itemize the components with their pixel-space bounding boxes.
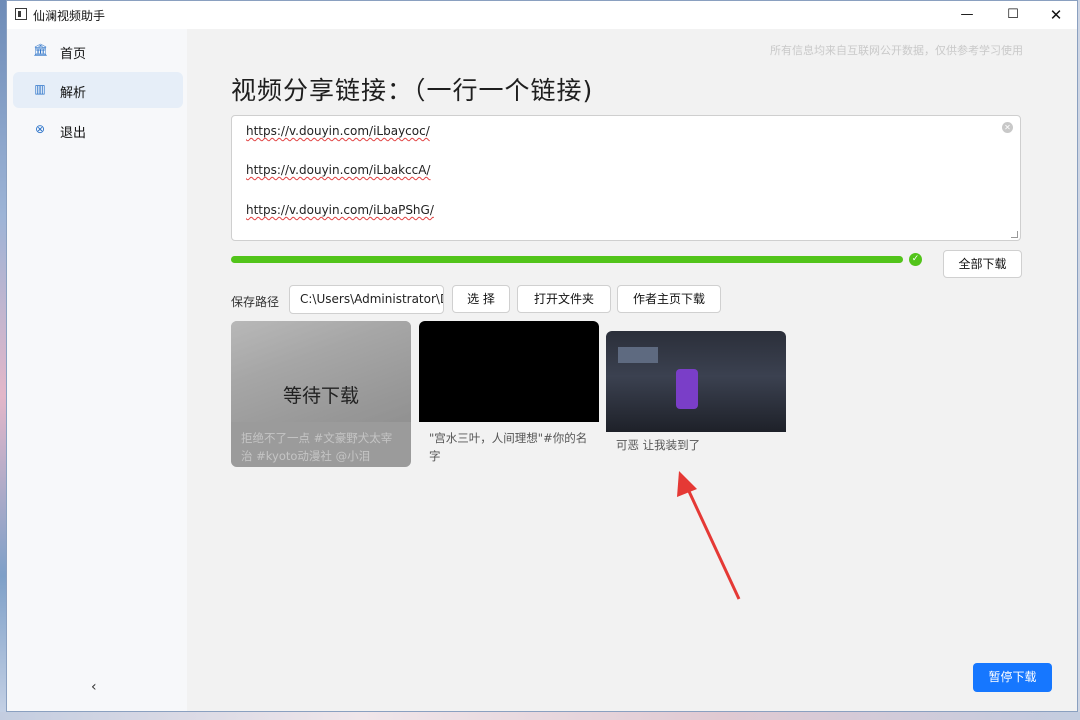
url-textarea[interactable]: https://v.douyin.com/iLbaycoc/ https://v… bbox=[231, 115, 1021, 241]
video-thumbnail bbox=[606, 331, 786, 432]
maximize-button[interactable]: ☐ bbox=[990, 1, 1036, 29]
arrow-shaft bbox=[685, 486, 741, 600]
desktop-taskbar-strip bbox=[0, 712, 1080, 720]
video-thumbnail bbox=[419, 321, 599, 422]
sidebar: 🏛 首页 ▥ 解析 ⊗ 退出 ‹ bbox=[7, 29, 187, 711]
waiting-status: 等待下载 bbox=[282, 385, 359, 407]
url-line: https://v.douyin.com/iLbaPShG/ bbox=[246, 203, 434, 217]
video-caption: 可恶 让我装到了 bbox=[616, 438, 701, 451]
choose-path-button[interactable]: 选 择 bbox=[452, 285, 510, 313]
open-folder-button[interactable]: 打开文件夹 bbox=[517, 285, 611, 313]
url-line: https://v.douyin.com/iLbakccA/ bbox=[246, 163, 431, 177]
scene-detail bbox=[618, 347, 658, 363]
disclaimer-text: 所有信息均来自互联网公开数据，仅供参考学习使用 bbox=[770, 44, 1023, 57]
video-card[interactable]: 可恶 让我装到了 bbox=[606, 331, 786, 451]
sidebar-item-label: 解析 bbox=[60, 86, 87, 101]
url-line: https://v.douyin.com/iLbaycoc/ bbox=[246, 124, 430, 138]
collapse-sidebar-icon[interactable]: ‹ bbox=[91, 679, 97, 695]
clear-icon[interactable]: ✕ bbox=[1002, 122, 1013, 133]
app-window: 仙澜视频助手 — ☐ ✕ 🏛 首页 ▥ 解析 ⊗ 退出 ‹ 所有信息均来自互联网… bbox=[6, 0, 1078, 712]
sidebar-item-home[interactable]: 🏛 首页 bbox=[13, 33, 183, 69]
bank-icon: 🏛 bbox=[33, 43, 49, 57]
arrow-head bbox=[677, 471, 697, 497]
app-icon bbox=[15, 8, 27, 20]
red-arrow-annotation bbox=[677, 471, 741, 600]
page-title: 视频分享链接：（一行一个链接) bbox=[231, 76, 594, 105]
sidebar-item-exit[interactable]: ⊗ 退出 bbox=[13, 112, 183, 148]
video-caption: "宫水三叶，人间理想"#你的名字 bbox=[429, 431, 588, 463]
save-path-input[interactable]: C:\Users\Administrator\D bbox=[289, 285, 444, 314]
close-button[interactable]: ✕ bbox=[1033, 1, 1079, 29]
scene-figure bbox=[676, 369, 698, 409]
save-path-label: 保存路径 bbox=[231, 295, 280, 309]
progress-fill bbox=[231, 256, 903, 263]
sidebar-item-label: 退出 bbox=[60, 126, 87, 141]
check-icon: ✓ bbox=[909, 253, 922, 266]
window-title: 仙澜视频助手 bbox=[33, 9, 106, 23]
author-download-button[interactable]: 作者主页下载 bbox=[617, 285, 721, 313]
download-all-button[interactable]: 全部下载 bbox=[943, 250, 1022, 278]
board-icon: ▥ bbox=[34, 82, 46, 96]
video-card[interactable]: "宫水三叶，人间理想"#你的名字 bbox=[419, 321, 599, 467]
sidebar-item-label: 首页 bbox=[60, 47, 87, 62]
pause-download-button[interactable]: 暂停下载 bbox=[973, 663, 1052, 692]
minimize-button[interactable]: — bbox=[944, 1, 990, 29]
video-card[interactable]: 拒绝不了一点 #文豪野犬太宰治 #kyoto动漫社 @小泪 等待下载 bbox=[231, 321, 411, 467]
progress-bar bbox=[231, 256, 903, 263]
resize-grip-icon[interactable] bbox=[1011, 231, 1018, 238]
close-circle-icon: ⊗ bbox=[34, 122, 46, 136]
sidebar-item-parse[interactable]: ▥ 解析 bbox=[13, 72, 183, 108]
title-bar: 仙澜视频助手 — ☐ ✕ bbox=[7, 1, 1077, 29]
main-panel: 所有信息均来自互联网公开数据，仅供参考学习使用 视频分享链接：（一行一个链接) … bbox=[187, 29, 1077, 711]
